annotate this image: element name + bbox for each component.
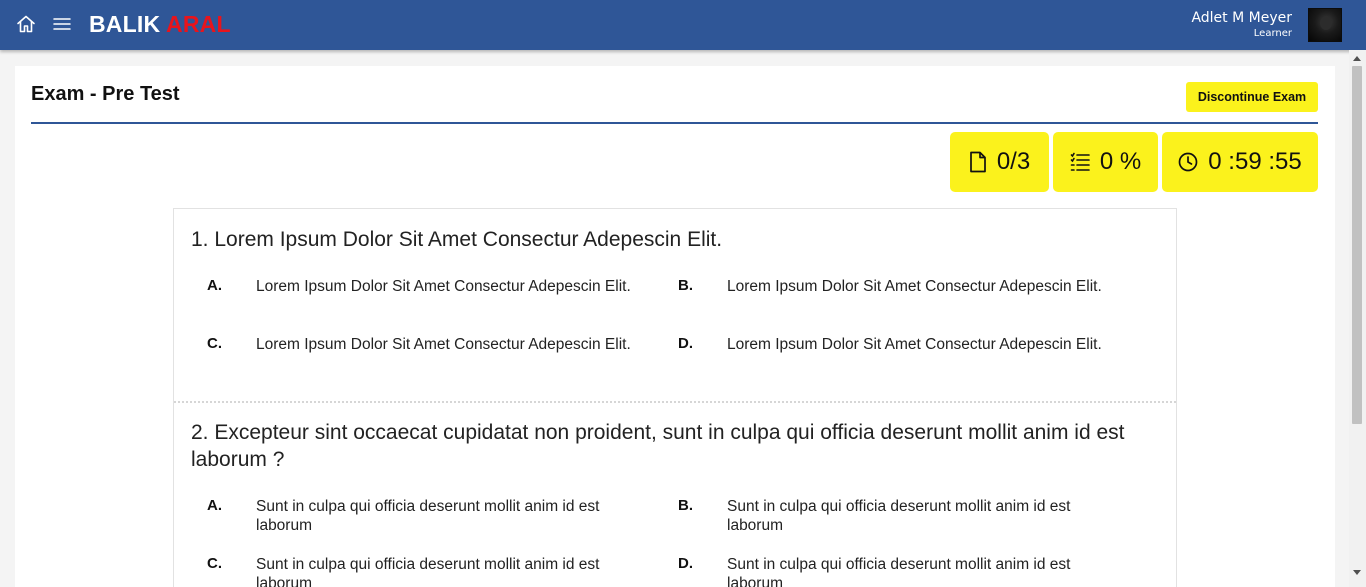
timer-badge: 0 :59 :55 [1162, 132, 1318, 192]
title-divider [31, 122, 1318, 124]
page-title: Exam - Pre Test [31, 83, 180, 105]
option-letter: C. [207, 555, 222, 572]
option-text: Lorem Ipsum Dolor Sit Amet Consectur Ade… [256, 278, 631, 295]
option-letter: D. [678, 555, 693, 572]
scrollbar-thumb[interactable] [1352, 66, 1362, 424]
top-navbar: BALIK ARAL Adlet M Meyer Learner [0, 0, 1366, 50]
question-text: 1. Lorem Ipsum Dolor Sit Amet Consectur … [191, 228, 723, 251]
page-scrollbar[interactable] [1349, 50, 1366, 587]
answered-count-badge: 0/3 [950, 132, 1049, 192]
question-list: 1. Lorem Ipsum Dolor Sit Amet Consectur … [173, 208, 1177, 587]
scroll-up-arrow-icon[interactable] [1353, 56, 1361, 61]
option-letter: B. [678, 277, 693, 294]
option-letter: A. [207, 497, 222, 514]
option-text: Lorem Ipsum Dolor Sit Amet Consectur Ade… [727, 336, 1102, 353]
answered-count: 0/3 [996, 148, 1031, 175]
option-text: Lorem Ipsum Dolor Sit Amet Consectur Ade… [727, 278, 1102, 295]
scroll-down-arrow-icon[interactable] [1353, 570, 1361, 575]
clock-icon [1178, 152, 1198, 172]
brand-logo-part1: BALIK [89, 11, 161, 37]
option-letter: B. [678, 497, 693, 514]
brand-logo-part2: ARAL [166, 11, 231, 37]
question-text: 2. Excepteur sint occaecat cupidatat non… [191, 421, 1125, 471]
option-letter: C. [207, 335, 222, 352]
option-letter: A. [207, 277, 222, 294]
document-icon [969, 151, 986, 173]
time-remaining: 0 :59 :55 [1208, 148, 1302, 175]
user-role: Learner [1253, 28, 1292, 39]
option-text: Lorem Ipsum Dolor Sit Amet Consectur Ade… [256, 336, 631, 353]
option-text: Sunt in culpa qui officia deserunt molli… [727, 498, 1071, 534]
home-icon[interactable] [16, 14, 36, 34]
discontinue-exam-button[interactable]: Discontinue Exam [1186, 82, 1318, 112]
question-1: 1. Lorem Ipsum Dolor Sit Amet Consectur … [174, 209, 1176, 403]
checklist-icon [1070, 152, 1090, 171]
user-name[interactable]: Adlet M Meyer [1191, 10, 1292, 26]
option-text: Sunt in culpa qui officia deserunt molli… [727, 556, 1071, 587]
progress-badge: 0 % [1053, 132, 1158, 192]
option-letter: D. [678, 335, 693, 352]
hamburger-menu-icon[interactable] [53, 15, 71, 33]
brand-logo[interactable]: BALIK ARAL [89, 11, 231, 38]
option-text: Sunt in culpa qui officia deserunt molli… [256, 556, 600, 587]
progress-percent: 0 % [1099, 148, 1142, 175]
option-text: Sunt in culpa qui officia deserunt molli… [256, 498, 600, 534]
user-avatar[interactable] [1308, 8, 1342, 42]
exam-card: Exam - Pre Test Discontinue Exam 0/3 0 %… [15, 66, 1335, 587]
